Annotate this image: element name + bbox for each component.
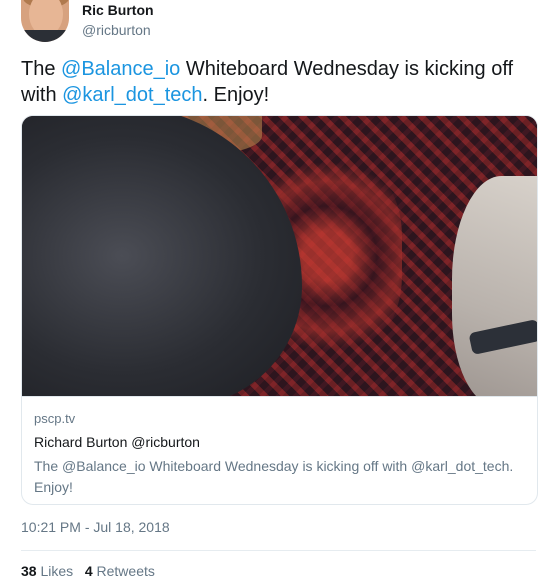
tweet: Ric Burton @ricburton The @Balance_io Wh… xyxy=(0,0,558,579)
retweets-label[interactable]: Retweets xyxy=(97,563,155,579)
tweet-timestamp[interactable]: 10:21 PM - Jul 18, 2018 xyxy=(21,519,170,535)
tweet-text: The @Balance_io Whiteboard Wednesday is … xyxy=(21,56,531,108)
thumbnail-hand xyxy=(452,176,537,396)
avatar-shirt xyxy=(21,30,69,42)
card-title: Richard Burton @ricburton xyxy=(34,434,200,450)
author-display-name[interactable]: Ric Burton xyxy=(82,2,154,18)
tweet-text-segment: . Enjoy! xyxy=(202,84,270,106)
retweets-count[interactable]: 4 xyxy=(85,563,93,579)
tweet-text-segment: The xyxy=(21,58,62,80)
link-card[interactable]: pscp.tv Richard Burton @ricburton The @B… xyxy=(21,115,538,505)
likes-label[interactable]: Likes xyxy=(40,563,73,579)
mention-link-karl[interactable]: @karl_dot_tech xyxy=(62,84,202,106)
tweet-stats: 38 Likes 4 Retweets xyxy=(21,563,155,579)
divider xyxy=(21,550,536,551)
card-domain: pscp.tv xyxy=(34,411,76,426)
mention-link-balance[interactable]: @Balance_io xyxy=(61,58,180,80)
likes-count[interactable]: 38 xyxy=(21,563,37,579)
card-description: The @Balance_io Whiteboard Wednesday is … xyxy=(34,458,514,495)
card-body[interactable]: pscp.tv Richard Burton @ricburton The @B… xyxy=(22,396,537,504)
avatar[interactable] xyxy=(21,0,69,42)
author-handle[interactable]: @ricburton xyxy=(82,22,151,38)
card-video-thumbnail[interactable] xyxy=(22,116,537,396)
